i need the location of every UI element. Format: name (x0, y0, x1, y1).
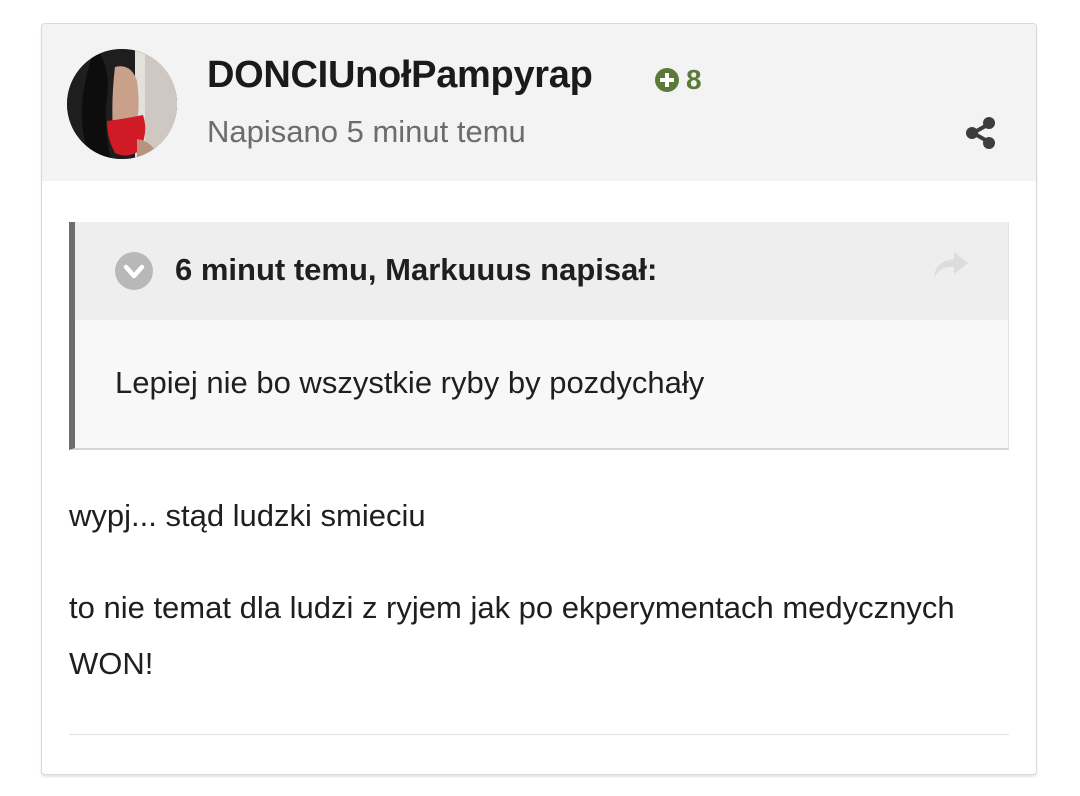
chevron-down-circle-icon[interactable] (115, 252, 153, 290)
share-icon[interactable] (964, 116, 998, 150)
post-paragraph: to nie temat dla ludzi z ryjem jak po ek… (69, 590, 955, 681)
author-name[interactable]: DONCIUnołPampyrap (207, 54, 593, 97)
post-header: DONCIUnołPampyrap 8 Napisano 5 minut tem… (42, 24, 1036, 181)
share-arrow-icon[interactable] (930, 248, 970, 282)
post-timestamp[interactable]: Napisano 5 minut temu (207, 114, 526, 150)
avatar[interactable] (67, 49, 177, 159)
quote-block: 6 minut temu, Markuuus napisał: Lepiej n… (69, 222, 1009, 450)
post-paragraph: wypj... stąd ludzki smieciu (69, 498, 426, 533)
reputation-badge[interactable]: 8 (654, 64, 702, 96)
divider (69, 734, 1009, 735)
plus-circle-icon (655, 68, 679, 92)
quote-text: Lepiej nie bo wszystkie ryby by pozdycha… (115, 365, 705, 400)
reputation-count: 8 (686, 64, 702, 95)
forum-post: DONCIUnołPampyrap 8 Napisano 5 minut tem… (41, 23, 1037, 775)
quote-header: 6 minut temu, Markuuus napisał: (75, 222, 1008, 320)
chevron-down-icon (123, 264, 145, 279)
quote-citation: 6 minut temu, Markuuus napisał: (175, 252, 658, 287)
avatar-image (67, 49, 177, 159)
